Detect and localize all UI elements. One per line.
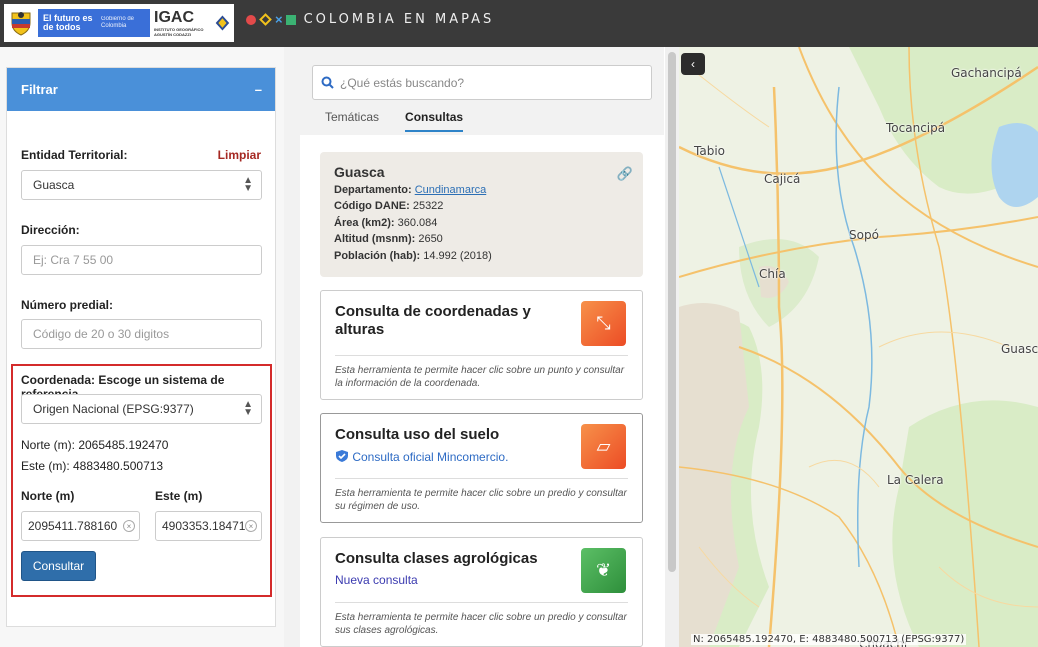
entidad-value: Guasca [33, 178, 75, 192]
tab-consultas[interactable]: Consultas [405, 110, 464, 132]
tool-title: Consulta uso del suelo [335, 426, 500, 443]
parcel-icon: ▱ [581, 424, 626, 469]
este-input-value: 4903353.184718 [162, 519, 253, 533]
brand-title: COLOMBIA EN MAPAS [303, 12, 495, 27]
tool-subtitle[interactable]: Consulta oficial Mincomercio. [335, 449, 508, 464]
tool-description: Esta herramienta te permite hacer clic s… [335, 365, 625, 389]
map-view[interactable]: ‹ Gachancipá Tabio Tocancipá Cajicá Sopó… [679, 47, 1038, 647]
limpiar-link[interactable]: Limpiar [218, 148, 261, 162]
poblacion-row: Población (hab): 14.992 (2018) [334, 249, 492, 262]
shield-check-icon [336, 450, 348, 462]
search-area: ¿Qué estás buscando? Temáticas Consultas [300, 47, 664, 135]
brand: × COLOMBIA EN MAPAS [246, 12, 494, 27]
top-header: El futuro es de todos Gobierno de Colomb… [0, 0, 1038, 47]
map-label: Cajicá [764, 172, 801, 186]
igac-shield-icon [215, 15, 230, 31]
entidad-select[interactable]: Guasca ▲ ▼ [21, 170, 262, 200]
map-label: Tabio [694, 144, 725, 158]
norte-input-label: Norte (m) [21, 489, 75, 503]
tab-tematicas[interactable]: Temáticas [325, 110, 379, 132]
map-label: La Calera [887, 473, 944, 487]
search-input[interactable]: ¿Qué estás buscando? [312, 65, 652, 100]
consultas-content: Guasca Departamento: Cundinamarca Código… [300, 135, 664, 647]
green-square-icon [285, 14, 296, 25]
municipio-name: Guasca [334, 164, 385, 180]
plant-icon: ❦ [581, 548, 626, 593]
tool-card-uso-suelo[interactable]: Consulta uso del suelo Consulta oficial … [320, 413, 643, 523]
map-label: Gachancipá [951, 66, 1022, 80]
predial-placeholder: Código de 20 o 30 digitos [33, 327, 170, 341]
logo-group: El futuro es de todos Gobierno de Colomb… [4, 4, 234, 42]
dane-row: Código DANE: 25322 [334, 200, 444, 212]
altitud-row: Altitud (msnm): 2650 [334, 233, 443, 245]
gov-name: Gobierno de Colombia [101, 16, 135, 29]
clear-icon[interactable]: × [123, 520, 135, 532]
tool-subtitle[interactable]: Nueva consulta [335, 573, 418, 587]
map-label: Tocancipá [886, 121, 946, 135]
tool-card-coordenadas[interactable]: Consulta de coordenadas y alturas ⤡ Esta… [320, 290, 643, 400]
este-input-label: Este (m) [155, 489, 203, 503]
blue-x-icon: × [275, 11, 283, 27]
predial-input[interactable]: Código de 20 o 30 digitos [21, 319, 262, 349]
collapse-icon[interactable]: – [255, 82, 262, 97]
coord-system-select[interactable]: Origen Nacional (EPSG:9377) ▲ ▼ [21, 394, 262, 424]
left-sidebar: Filtrar – Entidad Territorial: Limpiar G… [0, 47, 284, 647]
search-icon [321, 76, 334, 89]
collapse-left-icon[interactable]: ‹ [681, 53, 705, 75]
entidad-label: Entidad Territorial: [21, 148, 128, 162]
este-readout: Este (m): 4883480.500713 [21, 459, 164, 473]
departamento-link[interactable]: Cundinamarca [415, 184, 487, 196]
crosshair-arrows-icon: ⤡ [581, 301, 626, 346]
area-row: Área (km2): 360.084 [334, 216, 438, 229]
divider [335, 478, 628, 479]
map-label: Chía [759, 267, 786, 281]
map-label: Sopó [849, 228, 879, 242]
predial-label: Número predial: [21, 298, 114, 312]
map-canvas [679, 47, 1038, 647]
coordinate-readout: N: 2065485.192470, E: 4883480.500713 (EP… [691, 634, 967, 645]
norte-readout: Norte (m): 2065485.192470 [21, 438, 169, 452]
middle-panel: ¿Qué estás buscando? Temáticas Consultas… [284, 47, 679, 647]
map-label: Guasca [1001, 342, 1038, 356]
departamento-row: Departamento: Cundinamarca [334, 183, 487, 196]
tabs: Temáticas Consultas [325, 110, 464, 132]
filter-title: Filtrar [21, 82, 58, 97]
tool-description: Esta herramienta te permite hacer clic s… [335, 488, 627, 512]
igac-logo: IGAC INSTITUTO GEOGRÁFICO AGUSTÍN CODAZZ… [154, 9, 230, 37]
tool-title: Consulta clases agrológicas [335, 550, 538, 567]
igac-text: IGAC [154, 9, 194, 26]
scrollbar[interactable] [665, 47, 679, 647]
consultar-button[interactable]: Consultar [21, 551, 96, 581]
select-chevron-icon: ▲ ▼ [243, 399, 253, 418]
coord-system-value: Origen Nacional (EPSG:9377) [33, 402, 194, 416]
gov-slogan: El futuro es de todos [43, 13, 93, 32]
tool-card-agrologicas[interactable]: Consulta clases agrológicas Nueva consul… [320, 537, 643, 647]
filter-panel: Filtrar – Entidad Territorial: Limpiar G… [6, 67, 276, 627]
search-placeholder: ¿Qué estás buscando? [340, 75, 465, 90]
direccion-placeholder: Ej: Cra 7 55 00 [33, 253, 114, 267]
gobierno-logo: El futuro es de todos Gobierno de Colomb… [38, 9, 150, 37]
igac-subtext: INSTITUTO GEOGRÁFICO AGUSTÍN CODAZZI [154, 27, 204, 37]
red-dot-icon [246, 14, 256, 25]
direccion-label: Dirección: [21, 223, 80, 237]
scroll-thumb[interactable] [668, 52, 676, 572]
este-input[interactable]: 4903353.184718 × [155, 511, 262, 541]
direccion-input[interactable]: Ej: Cra 7 55 00 [21, 245, 262, 275]
tool-description: Esta herramienta te permite hacer clic s… [335, 612, 627, 636]
norte-input-value: 2095411.788160 [28, 519, 118, 533]
clear-icon[interactable]: × [245, 520, 257, 532]
colombia-crest-icon [8, 8, 34, 38]
brand-glyphs: × [246, 11, 296, 27]
norte-input[interactable]: 2095411.788160 × [21, 511, 140, 541]
yellow-diamond-icon [259, 13, 272, 26]
tool-title: Consulta de coordenadas y alturas [335, 303, 531, 338]
divider [335, 355, 628, 356]
link-icon[interactable]: 🔗 [617, 166, 633, 183]
divider [335, 602, 628, 603]
select-chevron-icon: ▲ ▼ [243, 175, 253, 194]
municipio-info-card: Guasca Departamento: Cundinamarca Código… [320, 152, 643, 277]
filter-header[interactable]: Filtrar – [7, 68, 275, 111]
